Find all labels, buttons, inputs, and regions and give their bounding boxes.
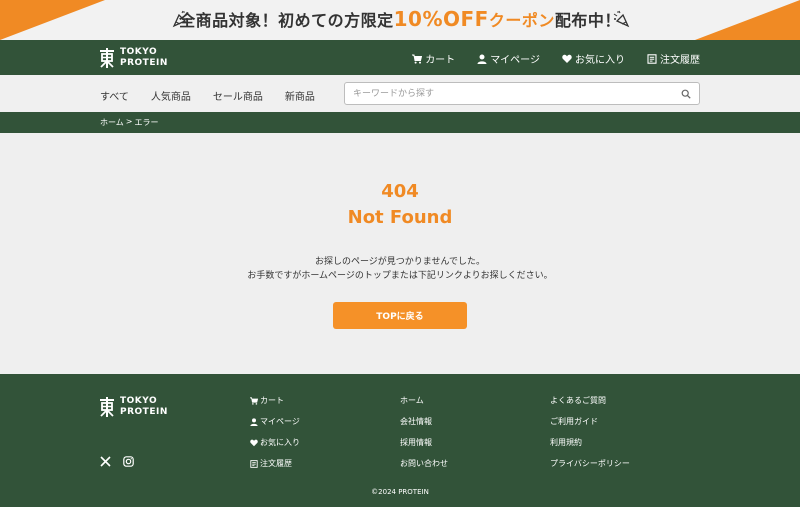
footer-careers-link[interactable]: 採用情報 <box>400 437 448 448</box>
breadcrumb-separator: > <box>125 117 133 126</box>
breadcrumb-bar: ホーム > エラー <box>0 112 800 133</box>
category-new[interactable]: 新商品 <box>285 88 315 103</box>
header-mypage-link[interactable]: マイページ <box>477 51 540 66</box>
footer-company-links: ホーム 会社情報 採用情報 お問い合わせ <box>400 395 448 469</box>
search-box <box>344 82 700 105</box>
header-order-history-link[interactable]: 注文履歴 <box>647 51 700 66</box>
footer-contact-link[interactable]: お問い合わせ <box>400 458 448 469</box>
cart-icon <box>412 54 423 64</box>
footer-cart-link[interactable]: カート <box>250 395 300 406</box>
error-message-line2: お手数ですがホームページのトップまたは下記リンクよりお探しください。 <box>247 271 553 281</box>
footer-order-history-link[interactable]: 注文履歴 <box>250 458 300 469</box>
x-icon[interactable] <box>100 456 111 467</box>
promo-coupon: クーポン <box>488 11 555 30</box>
order-history-icon <box>647 53 657 64</box>
logo-mark-icon <box>100 48 114 68</box>
footer-home-link[interactable]: ホーム <box>400 395 448 406</box>
user-icon <box>477 54 487 64</box>
footer-company-info-link[interactable]: 会社情報 <box>400 416 448 427</box>
footer-logo[interactable]: TOKYO PROTEIN <box>100 396 168 418</box>
error-section: 404 Not Found お探しのページが見つかりませんでした。 お手数ですが… <box>0 133 800 374</box>
social-links <box>100 456 134 467</box>
search-input[interactable] <box>353 86 673 101</box>
footer-account-links: カート マイページ お気に入り 注文履歴 <box>250 395 300 469</box>
promo-banner[interactable]: 全商品対象！初めての方限定10%OFFクーポン配布中！ <box>0 0 800 40</box>
footer-favorites-link[interactable]: お気に入り <box>250 437 300 448</box>
breadcrumb-current: エラー <box>134 118 159 127</box>
header-cart-link[interactable]: カート <box>412 51 455 66</box>
breadcrumb: ホーム > エラー <box>100 117 158 128</box>
category-sale[interactable]: セール商品 <box>213 88 263 103</box>
party-popper-icon <box>613 10 630 28</box>
footer-terms-link[interactable]: 利用規約 <box>550 437 630 448</box>
order-history-icon <box>250 459 258 468</box>
heart-icon <box>250 439 258 446</box>
category-popular[interactable]: 人気商品 <box>151 88 191 103</box>
header-favorites-link[interactable]: お気に入り <box>562 51 625 66</box>
heart-icon <box>562 54 572 63</box>
footer-privacy-link[interactable]: プライバシーポリシー <box>550 458 630 469</box>
header-nav: カート マイページ お気に入り 注文履歴 <box>412 51 700 66</box>
footer-guide-link[interactable]: ご利用ガイド <box>550 416 630 427</box>
category-bar: すべて 人気商品 セール商品 新商品 <box>0 75 800 112</box>
footer-mypage-link[interactable]: マイページ <box>250 416 300 427</box>
copyright: ©2024 PROTEIN <box>371 488 429 496</box>
instagram-icon[interactable] <box>123 456 134 467</box>
cart-icon <box>250 396 258 405</box>
error-title: Not Found <box>347 207 453 228</box>
logo-text: TOKYO PROTEIN <box>120 47 168 68</box>
logo-text: TOKYO PROTEIN <box>120 396 168 417</box>
footer-help-links: よくあるご質問 ご利用ガイド 利用規約 プライバシーポリシー <box>550 395 630 469</box>
promo-discount: 10%OFF <box>393 7 489 31</box>
error-code: 404 <box>381 181 419 202</box>
footer-faq-link[interactable]: よくあるご質問 <box>550 395 630 406</box>
back-to-top-button[interactable]: TOPに戻る <box>333 302 467 329</box>
search-icon[interactable] <box>681 89 691 99</box>
user-icon <box>250 417 258 426</box>
site-logo[interactable]: TOKYO PROTEIN <box>100 47 168 69</box>
category-nav: すべて 人気商品 セール商品 新商品 <box>100 88 315 103</box>
site-footer: TOKYO PROTEIN カート マイページ お気に入り 注文履歴 ホーム 会… <box>0 374 800 507</box>
category-all[interactable]: すべて <box>100 88 129 103</box>
promo-text: 全商品対象！初めての方限定10%OFFクーポン配布中！ <box>179 7 621 31</box>
logo-mark-icon <box>100 397 114 417</box>
breadcrumb-home[interactable]: ホーム <box>100 117 124 128</box>
site-header: TOKYO PROTEIN カート マイページ お気に入り 注文履歴 <box>0 40 800 75</box>
error-message-line1: お探しのページが見つかりませんでした。 <box>314 257 486 267</box>
